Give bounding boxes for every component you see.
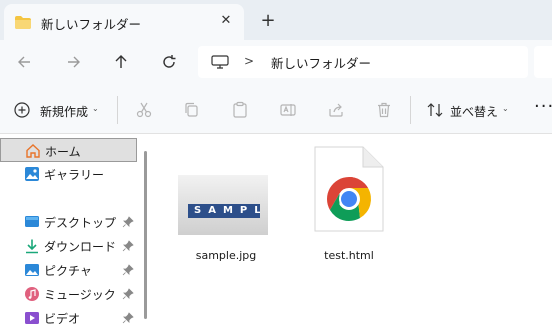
breadcrumb-folder[interactable]: 新しいフォルダー	[271, 53, 371, 72]
tab-folder[interactable]: 新しいフォルダー ✕	[4, 4, 244, 40]
trash-icon[interactable]	[375, 101, 393, 119]
sidebar-item-downloads[interactable]: ダウンロード	[0, 234, 137, 258]
chevron-down-icon: ⌄	[502, 104, 509, 113]
sidebar-item-label: ホーム	[45, 145, 81, 159]
computer-icon	[211, 55, 229, 69]
file-list: SAMPLE sample.jpg test.html	[152, 135, 552, 331]
sidebar-item-label: ダウンロード	[44, 240, 117, 254]
desktop-icon	[25, 216, 39, 227]
paste-icon[interactable]	[231, 101, 249, 119]
pictures-icon	[25, 264, 39, 276]
more-options-icon[interactable]: ···	[534, 96, 552, 117]
tab-title: 新しいフォルダー	[41, 17, 142, 32]
toolbar-divider	[117, 96, 118, 124]
folder-icon	[15, 16, 31, 29]
sidebar-item-label: ギャラリー	[44, 168, 105, 182]
video-icon	[25, 312, 39, 324]
address-bar[interactable]: > 新しいフォルダー	[198, 46, 528, 78]
music-icon	[25, 287, 39, 301]
file-name: sample.jpg	[195, 249, 257, 262]
sample-blocks: SAMPLE	[188, 204, 260, 218]
sidebar-scrollbar[interactable]	[144, 151, 147, 319]
toolbar-divider	[410, 96, 411, 124]
file-item-test-html[interactable]: test.html	[299, 145, 399, 265]
download-icon	[26, 239, 38, 254]
sidebar-item-label: ピクチャ	[44, 264, 92, 278]
sidebar-item-desktop[interactable]: デスクトップ	[0, 210, 137, 234]
pin-icon[interactable]	[122, 216, 134, 228]
new-button-label: 新規作成	[40, 105, 89, 119]
navigation-bar: > 新しいフォルダー	[0, 40, 552, 84]
copy-icon[interactable]	[183, 101, 201, 119]
pin-icon[interactable]	[122, 288, 134, 300]
title-bar: 新しいフォルダー ✕ +	[0, 0, 552, 40]
new-tab-button[interactable]: +	[258, 11, 278, 31]
sort-button[interactable]: 並べ替え ⌄	[426, 100, 516, 120]
plus-circle-icon	[14, 102, 30, 118]
arrow-left-icon[interactable]	[14, 51, 36, 73]
sort-arrows-icon	[427, 103, 443, 117]
sidebar-item-label: ビデオ	[44, 312, 81, 326]
sidebar-item-gallery[interactable]: ギャラリー	[0, 162, 137, 186]
file-item-sample-jpg[interactable]: SAMPLE sample.jpg	[176, 145, 276, 265]
sidebar-item-videos[interactable]: ビデオ	[0, 306, 137, 330]
sidebar-item-music[interactable]: ミュージック	[0, 282, 137, 306]
home-icon	[26, 144, 40, 158]
arrow-right-icon[interactable]	[62, 51, 84, 73]
thumbnail-text: SAMPLE	[188, 204, 260, 218]
rename-icon[interactable]	[279, 101, 297, 119]
chevron-down-icon: ⌄	[92, 104, 99, 113]
sidebar-item-pictures[interactable]: ピクチャ	[0, 258, 137, 282]
sidebar-item-home[interactable]: ホーム	[0, 138, 137, 162]
refresh-icon[interactable]	[158, 51, 180, 73]
close-tab-icon[interactable]: ✕	[218, 13, 234, 29]
chrome-file-icon	[314, 146, 384, 232]
arrow-up-icon[interactable]	[110, 51, 132, 73]
pin-icon[interactable]	[122, 264, 134, 276]
search-box[interactable]	[534, 46, 552, 78]
navigation-pane: ホーム ギャラリー デスクトップ ダウンロード ピクチャ ミュージック ビデオ	[0, 135, 152, 331]
cut-icon[interactable]	[135, 101, 153, 119]
breadcrumb-separator: >	[244, 54, 255, 68]
sidebar-item-label: デスクトップ	[44, 216, 117, 230]
command-bar: 新規作成 ⌄ 並べ替え ⌄ ···	[0, 84, 552, 134]
image-thumbnail: SAMPLE	[178, 175, 268, 235]
sidebar-item-label: ミュージック	[44, 288, 116, 302]
share-icon[interactable]	[327, 101, 345, 119]
gallery-icon	[25, 167, 39, 181]
sort-button-label: 並べ替え	[450, 105, 499, 119]
file-name: test.html	[324, 249, 374, 262]
pin-icon[interactable]	[122, 312, 134, 324]
pin-icon[interactable]	[122, 240, 134, 252]
